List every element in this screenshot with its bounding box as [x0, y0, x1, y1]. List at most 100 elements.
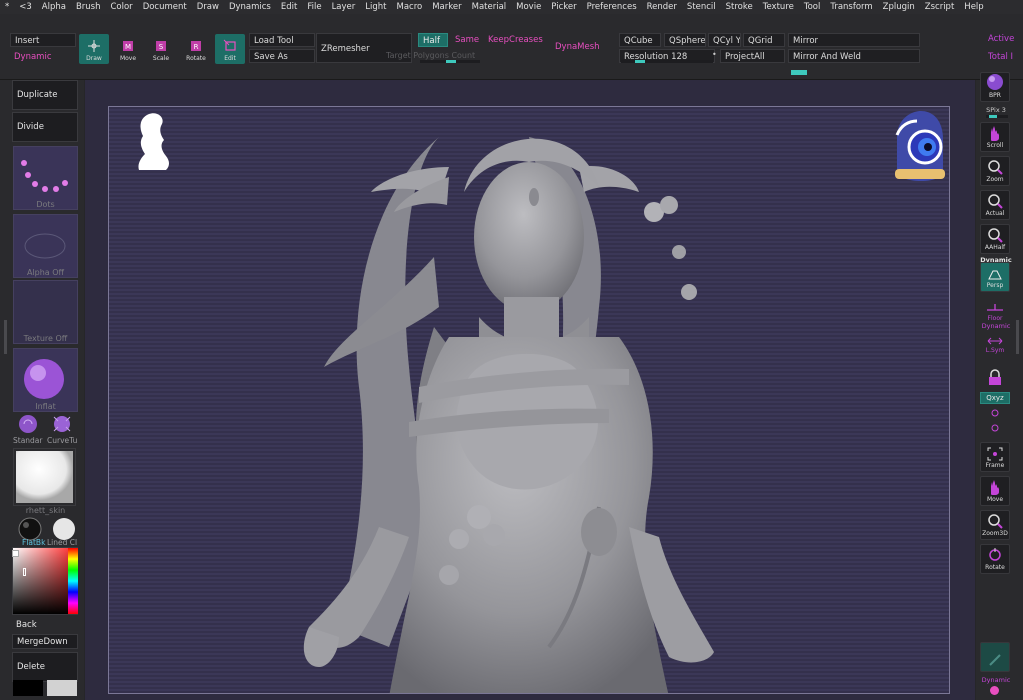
draw-tool-button[interactable]: Draw	[79, 34, 109, 64]
left-panel-handle[interactable]	[4, 320, 7, 354]
scroll-button[interactable]: Scroll	[980, 122, 1010, 152]
menu-item-stroke[interactable]: Stroke	[721, 0, 758, 14]
floor-button[interactable]: Floor	[980, 294, 1010, 324]
menu-item-zscript[interactable]: Zscript	[920, 0, 960, 14]
lsym-button[interactable]: L.Sym	[980, 326, 1010, 356]
hue-slider[interactable]	[68, 548, 78, 614]
curvetube-brush-icon[interactable]	[50, 413, 74, 435]
spix-slider-knob[interactable]	[989, 115, 997, 118]
move-tool-button[interactable]: M Move	[113, 34, 143, 64]
divide-button[interactable]: Divide	[12, 112, 78, 142]
view-navigation-icon[interactable]	[891, 107, 947, 183]
menu-item-document[interactable]: Document	[138, 0, 192, 14]
target-polygons-slider[interactable]	[420, 60, 480, 63]
frame-button[interactable]: Frame	[980, 442, 1010, 472]
dynamic-indicator-dot	[990, 686, 999, 695]
rotate-view-icon	[989, 548, 1001, 561]
menu-item-zplugin[interactable]: Zplugin	[878, 0, 920, 14]
delete-button[interactable]: Delete	[12, 652, 78, 682]
bpr-button[interactable]: BPR	[980, 72, 1010, 102]
half-button[interactable]: Half	[418, 33, 448, 47]
aahalf-button[interactable]: AAHalf	[980, 224, 1010, 254]
qcyly-button[interactable]: QCyl Y	[708, 33, 741, 47]
menu-item-macro[interactable]: Macro	[391, 0, 427, 14]
standard-brush-label: Standar	[13, 436, 43, 445]
menu-item-texture[interactable]: Texture	[758, 0, 799, 14]
right-panel-handle[interactable]	[1016, 320, 1019, 354]
alpha-label: Alpha Off	[26, 268, 65, 277]
menu-item-transform[interactable]: Transform	[825, 0, 877, 14]
xyz-button[interactable]: Qxyz	[980, 392, 1010, 404]
main-color-swatch[interactable]	[13, 680, 43, 696]
menu-item-material[interactable]: Material	[467, 0, 512, 14]
qgrid-button[interactable]: QGrid	[743, 33, 785, 47]
resolution-slider-track[interactable]	[621, 60, 713, 63]
lined-matcap-label: Lined Cl	[47, 538, 78, 547]
draw-icon	[88, 40, 100, 52]
mirror-button[interactable]: Mirror	[788, 33, 920, 47]
menu-item-picker[interactable]: Picker	[546, 0, 581, 14]
projectall-button[interactable]: ProjectAll	[720, 49, 785, 63]
secondary-color-swatch[interactable]	[47, 680, 77, 696]
duplicate-button[interactable]: Duplicate	[12, 80, 78, 110]
menu-item-alpha[interactable]: Alpha	[37, 0, 71, 14]
load-tool-button[interactable]: Load Tool	[249, 33, 315, 47]
back-button[interactable]: Back	[12, 617, 78, 632]
menu-item-preferences[interactable]: Preferences	[582, 0, 642, 14]
zbrush-window: * <3 Alpha Brush Color Document Draw Dyn…	[0, 0, 1023, 700]
qsphere-button[interactable]: QSphere	[664, 33, 706, 47]
dynamic-subdiv-button[interactable]: Dynamic	[10, 50, 76, 64]
menu-item-marker[interactable]: Marker	[427, 0, 466, 14]
document-canvas[interactable]	[108, 106, 950, 694]
menu-item-edit[interactable]: Edit	[276, 0, 302, 14]
save-as-button[interactable]: Save As	[249, 49, 315, 63]
rotate-tool-button[interactable]: R Rotate	[181, 34, 211, 64]
transp-button[interactable]	[980, 642, 1010, 672]
menu-item-light[interactable]: Light	[360, 0, 391, 14]
rotate-view-button[interactable]: Rotate	[980, 544, 1010, 574]
spix-slider[interactable]	[986, 115, 1008, 118]
menu-item-color[interactable]: Color	[105, 0, 137, 14]
menu-item-dynamics[interactable]: Dynamics	[224, 0, 276, 14]
menu-item-draw[interactable]: Draw	[192, 0, 224, 14]
mergedown-button[interactable]: MergeDown	[12, 634, 78, 649]
menu-item-render[interactable]: Render	[642, 0, 682, 14]
menu-item-heart[interactable]: <3	[14, 0, 37, 14]
insert-button[interactable]: Insert	[10, 33, 76, 47]
keepcreases-button[interactable]: KeepCreases	[484, 33, 547, 47]
standard-brush-icon[interactable]	[16, 413, 40, 435]
zoom-button[interactable]: Zoom	[980, 156, 1010, 186]
frame-icon	[987, 447, 1003, 461]
silhouette-icon[interactable]	[131, 110, 173, 170]
target-polygons-slider-knob[interactable]	[446, 60, 456, 63]
material-thumbnail[interactable]	[13, 448, 76, 506]
actual-button[interactable]: Actual	[980, 190, 1010, 220]
move-view-button[interactable]: Move	[980, 476, 1010, 506]
edit-tool-button[interactable]: Edit	[215, 34, 245, 64]
axis-rotate-icons[interactable]	[990, 408, 1000, 436]
persp-button[interactable]: Persp	[980, 262, 1010, 292]
sculpt-model[interactable]	[109, 107, 950, 694]
scale-tool-button[interactable]: S Scale	[146, 34, 176, 64]
menu-item-brush[interactable]: Brush	[71, 0, 106, 14]
zoom3d-button[interactable]: Zoom3D	[980, 510, 1010, 540]
mirror-and-weld-button[interactable]: Mirror And Weld	[788, 49, 920, 63]
color-picker-cursor[interactable]	[23, 568, 26, 576]
scale-icon: S	[156, 41, 166, 51]
menu-item-help[interactable]: Help	[959, 0, 988, 14]
svg-text:R: R	[194, 43, 199, 51]
menu-item-star[interactable]: *	[0, 0, 14, 14]
lock-button[interactable]	[980, 360, 1010, 390]
menu-item-stencil[interactable]: Stencil	[682, 0, 721, 14]
qcube-button[interactable]: QCube	[619, 33, 661, 47]
menu-item-file[interactable]: File	[302, 0, 326, 14]
dynamesh-button[interactable]: DynaMesh	[551, 40, 604, 54]
menu-item-tool[interactable]: Tool	[799, 0, 826, 14]
same-button[interactable]: Same	[451, 33, 483, 47]
color-picker[interactable]	[12, 547, 78, 615]
resolution-slider-knob[interactable]	[635, 60, 645, 63]
menu-item-movie[interactable]: Movie	[511, 0, 546, 14]
mirror-indicator	[791, 70, 807, 75]
menu-item-layer[interactable]: Layer	[327, 0, 361, 14]
material-label: rhett_skin	[25, 506, 66, 515]
